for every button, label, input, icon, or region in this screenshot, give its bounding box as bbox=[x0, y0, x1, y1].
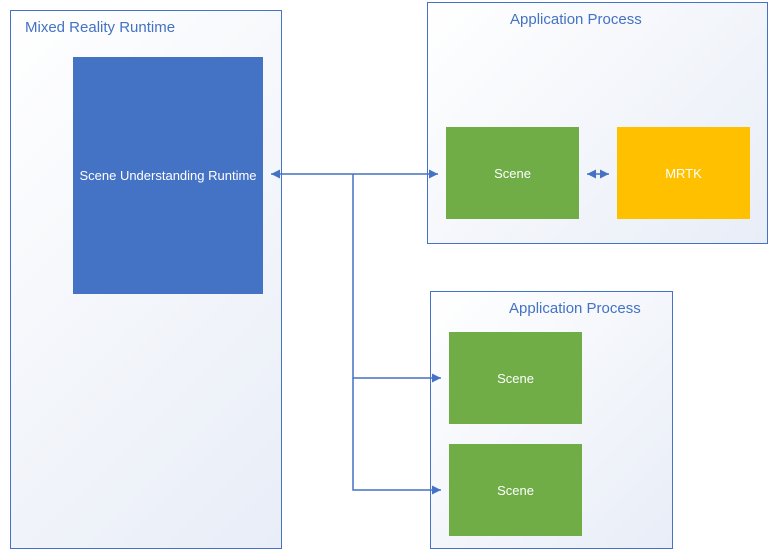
container-title-app1: Application Process bbox=[510, 11, 642, 28]
container-title-app2: Application Process bbox=[509, 300, 641, 317]
node-scene-app2b: Scene bbox=[449, 444, 582, 536]
node-scene-app1: Scene bbox=[446, 127, 579, 219]
node-scene-understanding-runtime: Scene Understanding Runtime bbox=[73, 57, 263, 294]
node-label: Scene bbox=[494, 166, 531, 181]
container-title-runtime: Mixed Reality Runtime bbox=[25, 19, 175, 36]
node-label: Scene Understanding Runtime bbox=[79, 168, 256, 183]
node-mrtk: MRTK bbox=[617, 127, 750, 219]
node-label: Scene bbox=[497, 371, 534, 386]
node-label: MRTK bbox=[665, 166, 702, 181]
node-scene-app2a: Scene bbox=[449, 332, 582, 424]
node-label: Scene bbox=[497, 483, 534, 498]
edge-su-to-scene2b bbox=[353, 378, 441, 490]
